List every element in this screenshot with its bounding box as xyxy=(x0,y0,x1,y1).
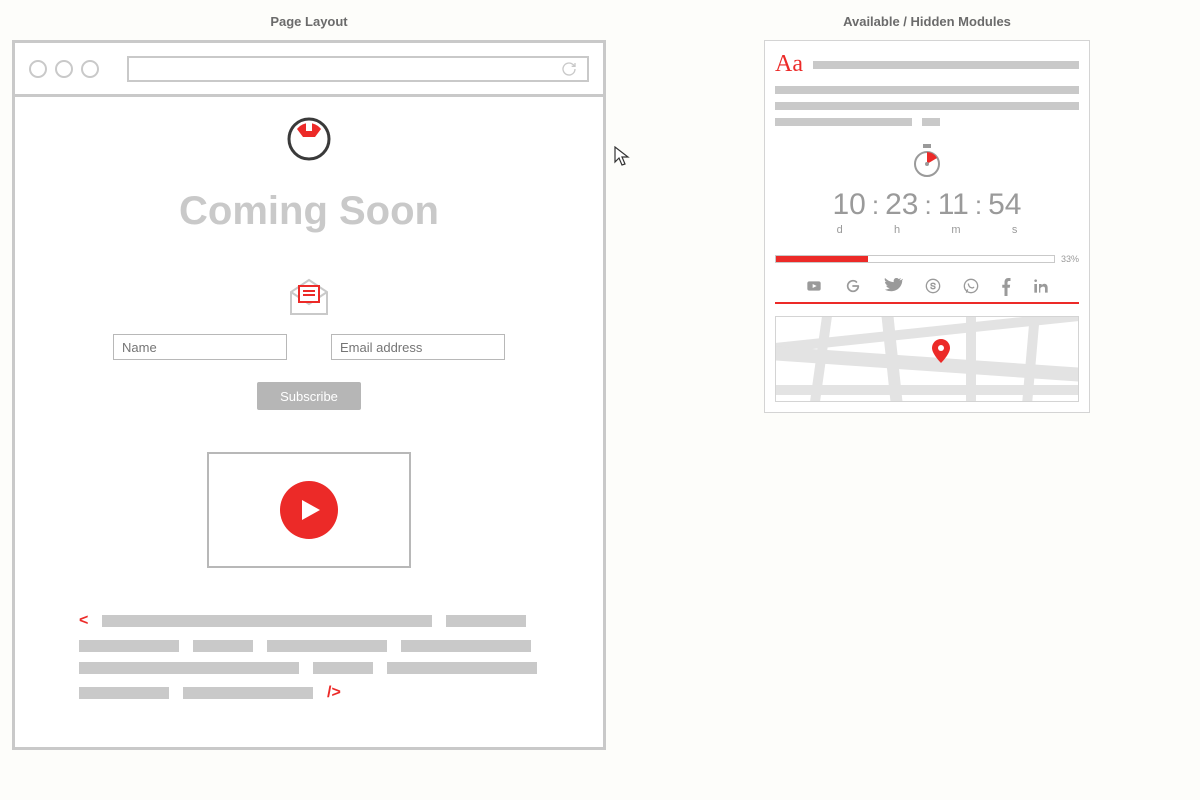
map-pin-icon xyxy=(932,339,950,363)
video-module[interactable] xyxy=(207,452,411,568)
map-module[interactable] xyxy=(775,316,1079,402)
text-module[interactable]: Aa xyxy=(775,51,1079,126)
refresh-icon[interactable] xyxy=(561,61,577,77)
skype-icon[interactable] xyxy=(925,278,941,294)
subscribe-button[interactable]: Subscribe xyxy=(257,382,361,410)
window-dot xyxy=(81,60,99,78)
progress-label: 33% xyxy=(1061,254,1079,264)
stopwatch-icon xyxy=(913,144,941,178)
code-close-tag: /> xyxy=(327,684,341,702)
youtube-icon[interactable] xyxy=(805,278,823,294)
page-layout-heading: Page Layout xyxy=(12,14,606,29)
title-module[interactable]: Coming Soon xyxy=(179,189,439,234)
progress-fill xyxy=(776,256,868,262)
text-icon: Aa xyxy=(775,51,803,78)
countdown-seconds: 54 xyxy=(988,188,1021,222)
countdown-digits: 10 : 23 : 11 : 54 xyxy=(833,188,1022,222)
google-icon[interactable] xyxy=(845,278,861,294)
code-open-tag: < xyxy=(79,612,88,630)
html-module[interactable]: < /> xyxy=(79,612,539,712)
page-layout-canvas[interactable]: Coming Soon Subscribe < xyxy=(12,40,606,750)
cursor-icon xyxy=(614,146,630,166)
countdown-hours: 23 xyxy=(885,188,918,222)
subscribe-module[interactable] xyxy=(287,278,331,318)
mail-icon xyxy=(287,278,331,318)
play-icon xyxy=(300,498,322,522)
name-input[interactable] xyxy=(113,334,287,360)
progress-module[interactable]: 33% xyxy=(775,254,1079,264)
available-modules-panel: Aa 10 : 23 : 11 : 54 xyxy=(764,40,1090,413)
window-dot xyxy=(55,60,73,78)
countdown-days: 10 xyxy=(833,188,866,222)
available-modules-heading: Available / Hidden Modules xyxy=(764,14,1090,29)
browser-chrome xyxy=(15,43,603,97)
facebook-icon[interactable] xyxy=(1001,278,1011,296)
linkedin-icon[interactable] xyxy=(1033,278,1049,294)
social-module[interactable] xyxy=(775,278,1079,304)
email-input[interactable] xyxy=(331,334,505,360)
progress-track xyxy=(775,255,1055,263)
play-button[interactable] xyxy=(280,481,338,539)
whatsapp-icon[interactable] xyxy=(963,278,979,294)
logo-module[interactable] xyxy=(287,117,331,161)
layout-body: Coming Soon Subscribe < xyxy=(15,97,603,712)
subscribe-inputs xyxy=(113,334,505,360)
countdown-module[interactable]: 10 : 23 : 11 : 54 d h m s xyxy=(775,144,1079,236)
url-bar[interactable] xyxy=(127,56,589,82)
twitter-icon[interactable] xyxy=(883,278,903,294)
window-dot xyxy=(29,60,47,78)
countdown-labels: d h m s xyxy=(811,224,1043,236)
countdown-minutes: 11 xyxy=(938,188,969,222)
